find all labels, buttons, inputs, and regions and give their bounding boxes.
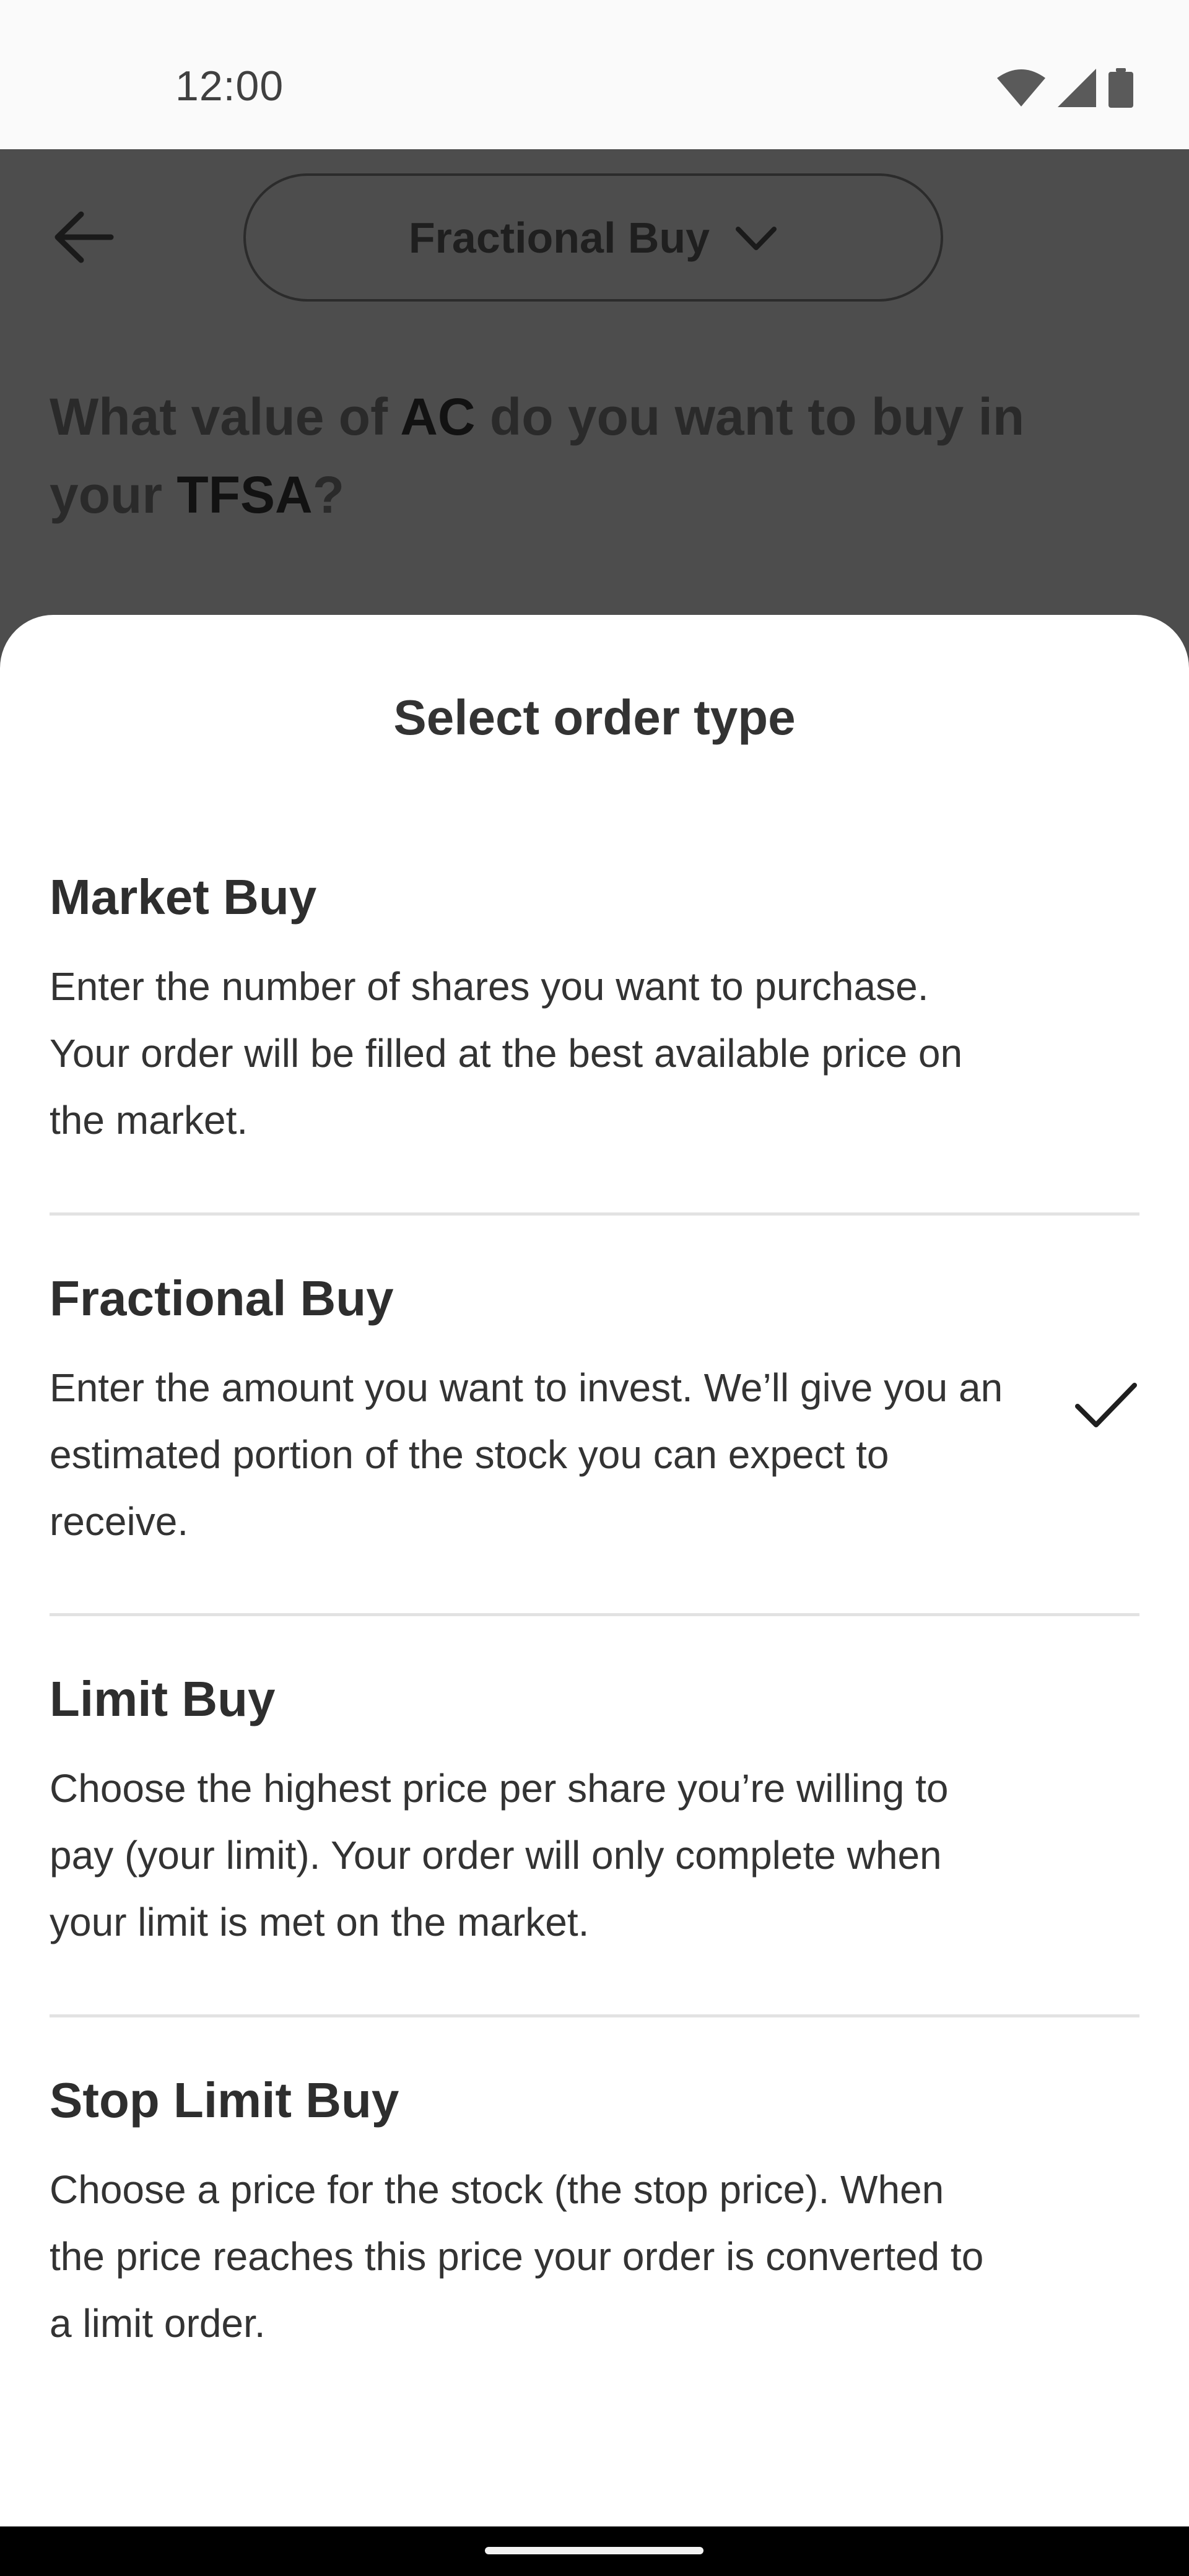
option-title: Fractional Buy: [50, 1271, 394, 1326]
order-type-selector-label: Fractional Buy: [408, 213, 710, 262]
option-description: Enter the number of shares you want to p…: [50, 964, 963, 1142]
navigation-bar: [0, 2526, 1189, 2576]
chevron-down-icon: [734, 213, 778, 263]
status-bar: 12:00: [0, 0, 1189, 149]
back-button[interactable]: [50, 204, 118, 272]
screen: 12:00 Fractional Buy What value of AC do…: [0, 0, 1189, 2576]
arrow-left-icon: [53, 209, 115, 268]
question-prefix: What value of: [50, 388, 401, 446]
question-suffix: ?: [312, 466, 344, 524]
buy-question: What value of AC do you want to buy in y…: [50, 378, 1139, 534]
order-type-selector[interactable]: Fractional Buy: [243, 173, 943, 302]
status-icons: [997, 68, 1133, 111]
battery-icon: [1108, 68, 1133, 111]
option-stop-limit-buy[interactable]: Stop Limit Buy Choose a price for the st…: [50, 2072, 1139, 2357]
stock-symbol: AC: [400, 388, 476, 446]
wifi-icon: [997, 69, 1045, 110]
status-time: 12:00: [175, 63, 284, 110]
checkmark-icon: [1071, 1370, 1139, 1438]
cellular-signal-icon: [1058, 69, 1096, 110]
option-description: Choose the highest price per share you’r…: [50, 1766, 949, 1944]
option-title: Stop Limit Buy: [50, 2073, 399, 2128]
divider: [50, 2014, 1139, 2017]
divider: [50, 1212, 1139, 1216]
option-description: Choose a price for the stock (the stop p…: [50, 2167, 984, 2346]
divider: [50, 1613, 1139, 1616]
sheet-title: Select order type: [393, 690, 796, 745]
option-fractional-buy[interactable]: Fractional Buy Enter the amount you want…: [50, 1270, 1139, 1555]
option-limit-buy[interactable]: Limit Buy Choose the highest price per s…: [50, 1671, 1139, 1956]
order-type-sheet: Select order type Market Buy Enter the n…: [0, 615, 1189, 2526]
home-gesture-handle[interactable]: [485, 2547, 703, 2554]
option-title: Market Buy: [50, 869, 317, 925]
account-name: TFSA: [176, 466, 313, 524]
option-market-buy[interactable]: Market Buy Enter the number of shares yo…: [50, 869, 1139, 1154]
option-title: Limit Buy: [50, 1671, 276, 1726]
option-description: Enter the amount you want to invest. We’…: [50, 1365, 1003, 1544]
